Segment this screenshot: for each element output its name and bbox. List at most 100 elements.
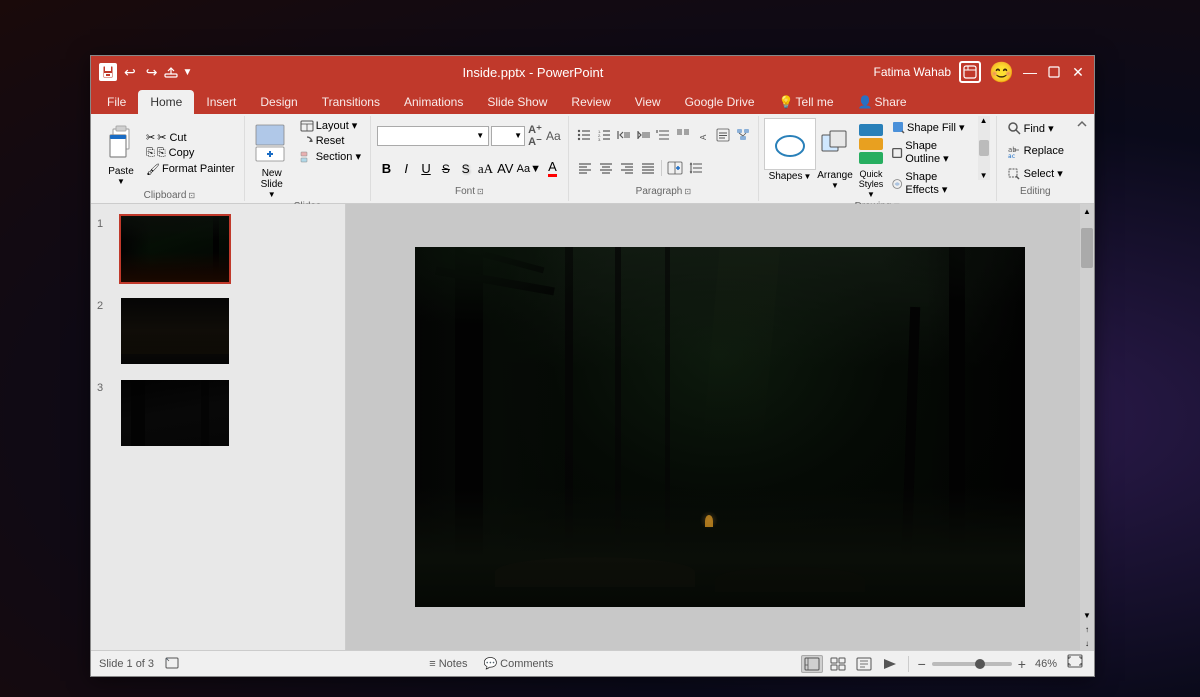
quick-access-customize[interactable]: ▼ [182,67,192,78]
scrollbar-up-button[interactable]: ▲ [1080,204,1094,218]
normal-view-button[interactable] [801,655,823,673]
zoom-slider[interactable] [932,662,1012,666]
account-icon[interactable] [959,61,981,83]
copy-button[interactable]: ⎘ ⎘ Copy [143,146,238,161]
bullets-button[interactable] [575,125,594,145]
font-spacing-button[interactable]: AV [496,159,515,179]
collapse-ribbon[interactable] [1074,116,1090,201]
scroll-adjust-down[interactable]: ↓ [1080,636,1094,650]
fit-to-window-button[interactable] [1064,654,1086,673]
cut-button[interactable]: ✂ ✂ Cut [143,130,238,145]
format-painter-button[interactable]: 🖌 Format Painter [143,162,238,177]
tab-share[interactable]: 👤 Share [846,90,919,114]
zoom-thumb[interactable] [975,659,985,669]
minimize-button[interactable]: — [1022,64,1038,80]
align-center-button[interactable] [596,158,616,178]
underline-button[interactable]: U [417,159,436,179]
paragraph-expand[interactable]: ⊡ [684,187,691,196]
font-size-dropdown[interactable]: ▼ [491,126,525,146]
reset-button[interactable]: Reset [297,134,364,148]
align-left-button[interactable] [575,158,595,178]
slide-thumbnail-3[interactable] [119,378,231,448]
add-column-button[interactable] [665,158,685,178]
scrollbar-down-button[interactable]: ▼ [1080,608,1094,622]
tab-google-drive[interactable]: Google Drive [673,90,767,114]
font-size-label[interactable]: Aa▼ [516,159,542,179]
columns-button[interactable] [674,125,693,145]
clear-format-button[interactable]: Aa [545,126,562,146]
tab-file[interactable]: File [95,90,138,114]
slide-canvas[interactable] [415,247,1025,607]
new-slide-button[interactable]: NewSlide ▼ [251,118,293,199]
text-shadow-button[interactable]: S [456,159,475,179]
decrease-indent-button[interactable] [614,125,633,145]
tab-insert[interactable]: Insert [194,90,248,114]
arrange-button[interactable]: Arrange ▼ [817,118,853,199]
tab-transitions[interactable]: Transitions [310,90,392,114]
fit-slide-button[interactable] [162,656,182,672]
line-spacing-button[interactable] [654,125,673,145]
reading-view-button[interactable] [853,655,875,673]
save-button[interactable] [99,63,117,81]
slide-thumbnail-1[interactable] [119,214,231,284]
smallcaps-button[interactable]: aA [476,159,495,179]
increase-indent-button[interactable] [634,125,653,145]
scroll-adjust-up[interactable]: ↑ [1080,622,1094,636]
scrollbar-thumb[interactable] [1081,228,1093,268]
paragraph-spacing-button[interactable] [686,158,706,178]
zoom-level[interactable]: 46% [1032,658,1060,670]
font-decrease-button[interactable]: A⁻ [527,136,543,148]
drawing-gallery-scroll[interactable]: ▲ ▼ [978,116,990,180]
editing-label: Editing [1020,184,1051,199]
slide-thumbnail-2[interactable] [119,296,231,366]
shapes-button[interactable]: Shapes ▼ [765,118,815,199]
align-right-button[interactable] [617,158,637,178]
layout-button[interactable]: Layout ▾ [297,118,364,133]
close-button[interactable]: ✕ [1070,64,1086,80]
notes-button[interactable]: ≡ Notes [423,656,473,672]
font-increase-button[interactable]: A⁺ [527,124,543,136]
font-expand[interactable]: ⊡ [477,187,484,196]
tab-tell-me[interactable]: 💡 Tell me [767,90,846,114]
tab-animations[interactable]: Animations [392,90,475,114]
tab-slideshow[interactable]: Slide Show [475,90,559,114]
replace-button[interactable]: abac Replace [1003,142,1068,160]
restore-button[interactable] [1046,64,1062,80]
find-button[interactable]: Find ▾ [1003,119,1068,137]
editing-group: Find ▾ abac Replace Select ▾ Editing [997,116,1074,201]
paste-button[interactable]: Paste ▼ [101,118,141,188]
align-text-button[interactable] [713,125,732,145]
redo-button[interactable]: ↪ [143,64,161,81]
shape-outline-button[interactable]: Shape Outline ▾ [889,139,976,166]
select-button[interactable]: Select ▾ [1003,165,1068,183]
tab-design[interactable]: Design [248,90,309,114]
font-group: ▼ ▼ A⁺ A⁻ Aa B I U S [371,116,569,201]
shape-fill-button[interactable]: Shape Fill ▾ [889,119,976,135]
font-name-dropdown[interactable]: ▼ [377,126,489,146]
clipboard-expand[interactable]: ⊡ [188,191,195,200]
smartart-button[interactable] [733,125,752,145]
upload-icon[interactable] [164,65,178,79]
comments-button[interactable]: 💬 Comments [477,655,559,672]
tab-home[interactable]: Home [138,90,194,114]
text-direction-button[interactable]: A [694,125,713,145]
tab-view[interactable]: View [623,90,673,114]
main-area-wrapper: ▲ ▼ ↑ ↓ [346,204,1094,650]
title-bar: ↩ ↪ ▼ Inside.pptx - PowerPoint Fatima Wa… [91,56,1094,88]
numbering-button[interactable]: 1.2.3. [595,125,614,145]
slide-sorter-button[interactable] [827,655,849,673]
bold-button[interactable]: B [377,159,396,179]
undo-button[interactable]: ↩ [121,64,139,81]
quick-styles-button[interactable]: QuickStyles ▼ [855,118,887,199]
zoom-in-button[interactable]: + [1016,656,1028,672]
justify-button[interactable] [638,158,658,178]
font-color-button[interactable]: A [543,159,562,179]
strikethrough-button[interactable]: S [436,159,455,179]
italic-button[interactable]: I [397,159,416,179]
emoji-icon: 😊 [989,60,1014,85]
shape-effects-button[interactable]: Shape Effects ▾ [889,170,976,197]
slideshow-button[interactable] [879,655,901,673]
section-button[interactable]: Section ▾ [297,149,364,164]
zoom-out-button[interactable]: − [916,656,928,672]
tab-review[interactable]: Review [559,90,622,114]
